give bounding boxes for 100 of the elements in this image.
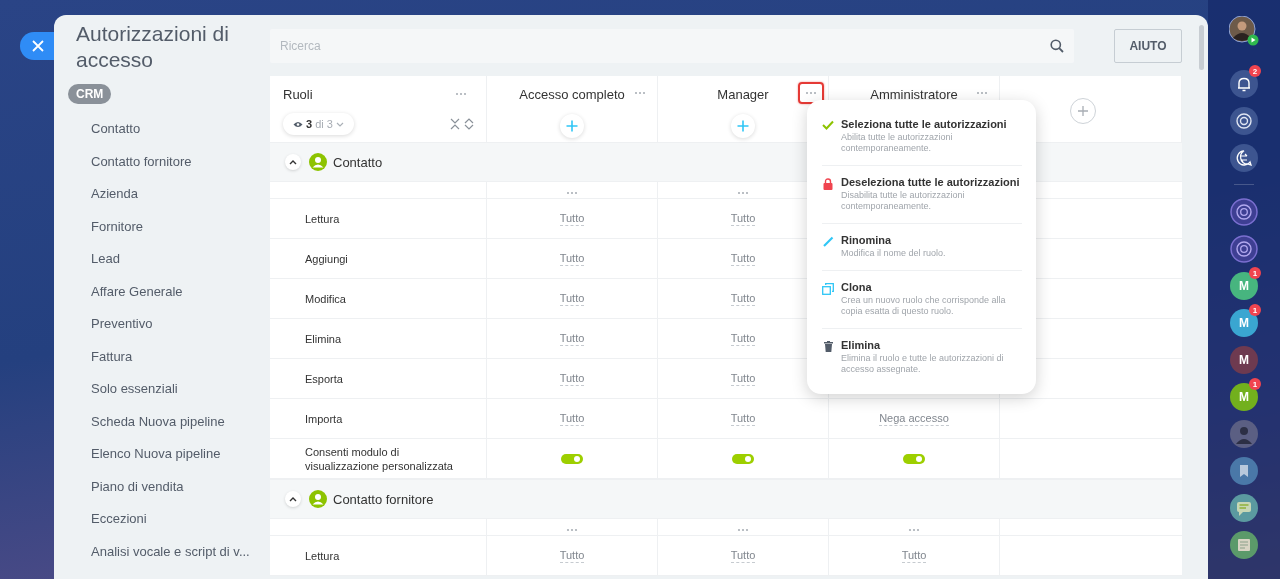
more-icon [737, 528, 749, 532]
menu-item[interactable]: Seleziona tutte le autorizzazioni Abilita tutte le autorizzazioni contemporaneamente. [822, 108, 1022, 166]
check-icon [822, 120, 834, 130]
permission-value[interactable]: Tutto [730, 251, 756, 266]
section-title: Contatto fornitore [333, 491, 434, 507]
permission-value[interactable]: Tutto [901, 548, 927, 563]
chevron-button[interactable] [285, 491, 301, 507]
caret-icon [335, 121, 344, 127]
toggle-switch[interactable] [561, 453, 583, 464]
news-icon[interactable] [1230, 530, 1258, 559]
permission-value[interactable]: Tutto [559, 411, 585, 426]
help-button[interactable]: AIUTO [1114, 29, 1182, 63]
permission-value[interactable]: Tutto [730, 211, 756, 226]
column-header: Ruoli [283, 86, 313, 102]
permission-value[interactable]: Nega accesso [879, 411, 949, 426]
eye-icon [293, 120, 303, 128]
chat-icon[interactable] [1230, 493, 1258, 522]
spiral-icon[interactable] [1230, 106, 1258, 135]
toggle-switch[interactable] [903, 453, 925, 464]
sidebar-item[interactable]: Contatto fornitore [91, 145, 250, 178]
role-filter[interactable]: 3 di 3 [283, 113, 354, 135]
permission-label: Elimina [305, 331, 342, 346]
permission-label: Esporta [305, 371, 343, 386]
permission-value[interactable]: Tutto [559, 291, 585, 306]
lock-icon [823, 178, 833, 190]
more-icon [566, 528, 578, 532]
chat-swap-icon[interactable] [1230, 143, 1258, 172]
chevron-button[interactable] [285, 154, 301, 170]
more-icon [455, 92, 467, 96]
sidebar-item[interactable]: Analisi vocale e script di v... [91, 535, 250, 568]
copy-icon [822, 283, 834, 295]
plus-icon [737, 120, 749, 132]
chat-avatar[interactable]: M [1230, 345, 1258, 374]
menu-item[interactable]: Clona Crea un nuovo ruolo che corrisponde alla copia esatta di questo ruolo. [822, 271, 1022, 329]
sidebar-item[interactable]: Fattura [91, 340, 250, 373]
bell-icon[interactable] [1230, 69, 1258, 98]
sidebar-item[interactable]: Piano di vendita [91, 470, 250, 503]
more-icon [566, 191, 578, 195]
add-button[interactable] [731, 114, 755, 138]
notification-badge: 1 [1249, 304, 1261, 316]
column-header: Manager [717, 86, 769, 102]
permission-value[interactable]: Tutto [730, 291, 756, 306]
sidebar-item[interactable]: Solo essenziali [91, 373, 250, 406]
user-avatar-icon[interactable] [1229, 16, 1259, 46]
spiral-icon[interactable] [1230, 197, 1258, 226]
sidebar-item[interactable]: Affare Generale [91, 275, 250, 308]
column-header: Accesso completo [519, 86, 625, 102]
expand-icon[interactable] [464, 118, 474, 130]
add-button[interactable] [560, 114, 584, 138]
permission-value[interactable]: Tutto [730, 371, 756, 386]
sidebar-item[interactable]: Eccezioni [91, 503, 250, 536]
notification-badge: 1 [1249, 267, 1261, 279]
sidebar-item[interactable]: Elenco Nuova pipeline [91, 438, 250, 471]
search-icon [1050, 39, 1064, 53]
close-button[interactable] [20, 32, 56, 60]
more-icon [634, 91, 646, 95]
collapse-icon[interactable] [450, 118, 460, 130]
permission-label: Aggiungi [305, 251, 348, 266]
bookmark-icon[interactable] [1230, 456, 1258, 485]
more-icon [737, 191, 749, 195]
chevron-icon [289, 496, 297, 502]
user-icon [309, 490, 327, 508]
permission-value[interactable]: Tutto [730, 548, 756, 563]
chevron-icon [289, 159, 297, 165]
more-icon [976, 91, 988, 95]
sidebar-item[interactable]: Preventivo [91, 308, 250, 341]
add-role-button[interactable] [1069, 98, 1096, 124]
sidebar-item[interactable]: Contatto [91, 113, 250, 146]
sidebar-item[interactable]: Fornitore [91, 210, 250, 243]
group-avatar-icon[interactable] [1230, 419, 1258, 448]
page-title: Autorizzazioni di accesso [75, 21, 230, 73]
user-icon [309, 153, 327, 171]
sidebar-item[interactable]: Scheda Nuova pipeline [91, 405, 250, 438]
search-field[interactable]: Ricerca [270, 29, 1074, 63]
permission-label: Lettura [305, 211, 340, 226]
permission-label: Importa [305, 411, 343, 426]
trash-icon [823, 341, 833, 352]
plus-icon [566, 120, 578, 132]
sidebar-item[interactable]: Azienda [91, 178, 250, 211]
notification-badge: 1 [1249, 378, 1261, 390]
spiral-icon[interactable] [1230, 234, 1258, 263]
close-icon [32, 40, 44, 52]
more-icon [908, 528, 920, 532]
section-title: Contatto [333, 154, 383, 170]
menu-item[interactable]: Deseleziona tutte le autorizzazioni Disabilita tutte le autorizzazioni contemporaneamente. [822, 166, 1022, 224]
permission-label: Lettura [305, 548, 340, 563]
scrollbar[interactable] [1199, 25, 1204, 70]
sidebar-item[interactable]: Lead [91, 243, 250, 276]
toggle-switch[interactable] [732, 453, 754, 464]
pencil-icon [822, 236, 834, 247]
notification-badge: 2 [1249, 65, 1261, 77]
permission-value[interactable]: Tutto [730, 411, 756, 426]
permission-value[interactable]: Tutto [559, 211, 585, 226]
permission-label: Consenti modulo di visualizzazione personalizzata [305, 444, 454, 473]
permission-value[interactable]: Tutto [559, 371, 585, 386]
permission-value[interactable]: Tutto [559, 251, 585, 266]
permission-value[interactable]: Tutto [559, 331, 585, 346]
section-chip[interactable]: CRM [68, 84, 112, 104]
permission-value[interactable]: Tutto [730, 331, 756, 346]
permission-value[interactable]: Tutto [559, 548, 585, 563]
